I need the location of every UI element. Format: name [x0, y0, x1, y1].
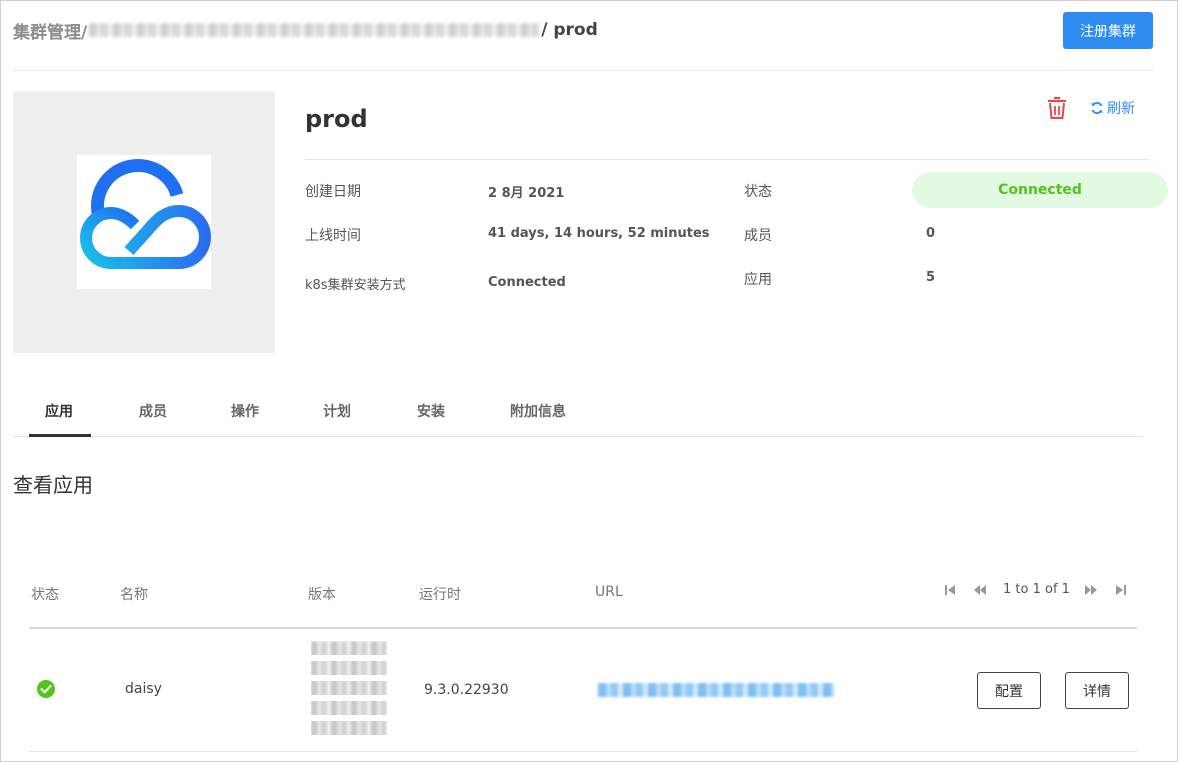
- tab-operations[interactable]: 操作: [231, 401, 259, 421]
- next-page-icon: [1084, 584, 1097, 595]
- column-header-name: 名称: [120, 587, 148, 603]
- tab-additional-info[interactable]: 附加信息: [510, 401, 566, 421]
- pagination: 1 to 1 of 1: [943, 582, 1128, 597]
- last-page-icon: [1115, 584, 1126, 595]
- apps-value: 5: [926, 270, 936, 285]
- first-page-icon: [945, 584, 955, 595]
- pagination-summary: 1 to 1 of 1: [1003, 582, 1070, 597]
- members-value: 0: [926, 226, 936, 241]
- cloud-logo-icon: [80, 158, 211, 269]
- header-divider: [13, 70, 1153, 71]
- app-url-link-redacted[interactable]: [598, 683, 834, 697]
- breadcrumb-cluster-id-redacted[interactable]: [89, 23, 540, 37]
- app-version-redacted: [311, 641, 387, 741]
- info-divider: [305, 159, 1149, 160]
- uptime-value: 41 days, 14 hours, 52 minutes: [488, 226, 710, 241]
- column-header-version: 版本: [308, 587, 336, 603]
- app-runtime: 9.3.0.22930: [424, 682, 509, 698]
- refresh-icon: [1091, 102, 1103, 114]
- uptime-label: 上线时间: [305, 228, 361, 244]
- register-cluster-button[interactable]: 注册集群: [1063, 12, 1153, 49]
- prev-page-icon: [974, 584, 986, 595]
- app-name: daisy: [125, 681, 162, 697]
- created-date-label: 创建日期: [305, 184, 361, 200]
- breadcrumb-current: / prod: [541, 20, 598, 40]
- details-button[interactable]: 详情: [1065, 672, 1129, 709]
- breadcrumb-root[interactable]: 集群管理/: [13, 18, 87, 43]
- table-header-divider: [29, 627, 1137, 629]
- created-date-value: 2 8月 2021: [488, 186, 565, 201]
- status-label: 状态: [744, 184, 772, 200]
- row-divider: [29, 751, 1137, 752]
- column-header-url: URL: [595, 584, 623, 600]
- column-header-runtime: 运行时: [419, 587, 461, 603]
- tab-bar: 应用 成员 操作 计划 安装 附加信息: [13, 391, 1143, 437]
- install-method-label: k8s集群安装方式: [305, 278, 406, 293]
- cluster-name: prod: [305, 105, 368, 133]
- install-method-value: Connected: [488, 275, 566, 290]
- column-header-status: 状态: [31, 587, 59, 603]
- breadcrumb: 集群管理/ / prod: [13, 17, 598, 43]
- section-title: 查看应用: [13, 473, 93, 497]
- tab-plans[interactable]: 计划: [323, 401, 351, 421]
- config-button[interactable]: 配置: [977, 672, 1041, 709]
- apps-label: 应用: [744, 272, 772, 288]
- refresh-label: 刷新: [1107, 101, 1135, 117]
- active-tab-indicator: [29, 434, 91, 437]
- tab-members[interactable]: 成员: [139, 401, 167, 421]
- status-badge: Connected: [912, 172, 1168, 208]
- prev-page-button[interactable]: [973, 583, 987, 597]
- trash-icon[interactable]: [1046, 96, 1068, 120]
- cluster-logo-container: [13, 91, 275, 353]
- last-page-button[interactable]: [1114, 583, 1128, 597]
- next-page-button[interactable]: [1084, 583, 1098, 597]
- tab-install[interactable]: 安装: [417, 401, 445, 421]
- tab-apps[interactable]: 应用: [45, 401, 73, 421]
- check-circle-icon: [37, 680, 55, 698]
- first-page-button[interactable]: [943, 583, 957, 597]
- refresh-button[interactable]: 刷新: [1090, 98, 1135, 118]
- members-label: 成员: [744, 228, 772, 244]
- cluster-logo: [77, 155, 211, 289]
